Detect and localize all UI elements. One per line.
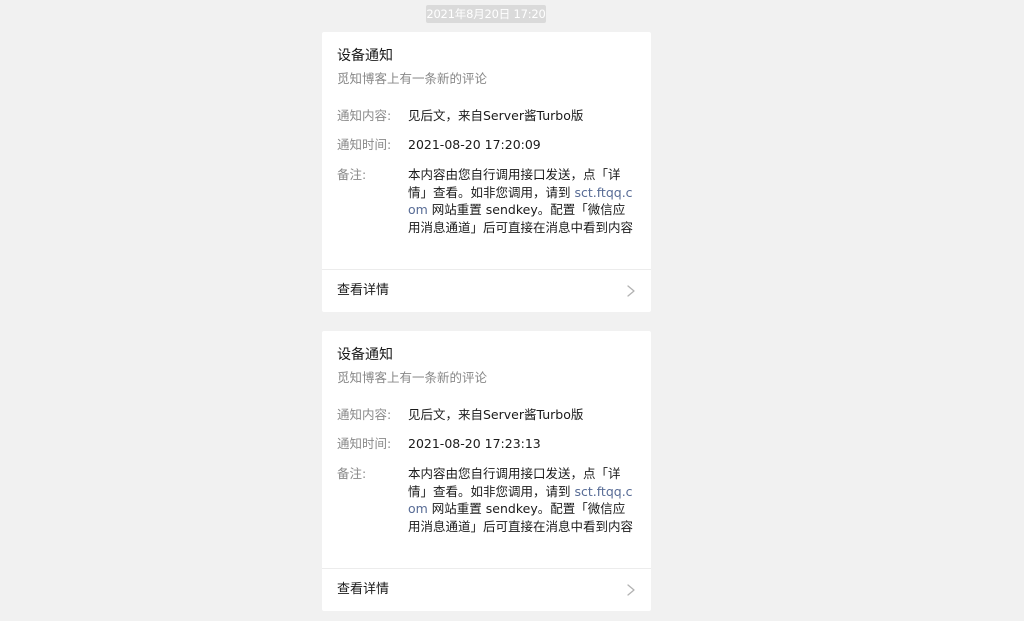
time-label: 通知时间:: [337, 137, 392, 152]
view-details-label: 查看详情: [337, 582, 390, 597]
notification-card[interactable]: 设备通知 觅知博客上有一条新的评论 通知内容: 见后文，来自Server酱Tur…: [322, 331, 651, 611]
view-details-label: 查看详情: [337, 283, 390, 298]
content-label: 通知内容:: [337, 407, 392, 422]
note-value: 本内容由您自行调用接口发送，点「详情」查看。如非您调用，请到 sct.ftqq.…: [408, 166, 636, 236]
content-value: 见后文，来自Server酱Turbo版: [408, 108, 584, 123]
note-label: 备注:: [337, 466, 367, 481]
note-label: 备注:: [337, 167, 367, 182]
note-text: 网站重置 sendkey。配置「微信应用消息通道」后可直接在消息中看到内容: [408, 202, 634, 235]
card-subtitle: 觅知博客上有一条新的评论: [337, 370, 488, 385]
time-label: 通知时间:: [337, 436, 392, 451]
card-title: 设备通知: [337, 48, 393, 64]
note-value: 本内容由您自行调用接口发送，点「详情」查看。如非您调用，请到 sct.ftqq.…: [408, 465, 636, 535]
message-timestamp: 2021年8月20日 17:20: [426, 5, 546, 23]
content-value: 见后文，来自Server酱Turbo版: [408, 407, 584, 422]
chevron-right-icon: [627, 285, 635, 297]
view-details-button[interactable]: 查看详情: [322, 270, 651, 312]
notification-card[interactable]: 设备通知 觅知博客上有一条新的评论 通知内容: 见后文，来自Server酱Tur…: [322, 32, 651, 312]
view-details-button[interactable]: 查看详情: [322, 569, 651, 611]
time-value: 2021-08-20 17:20:09: [408, 137, 541, 152]
card-title: 设备通知: [337, 347, 393, 363]
card-subtitle: 觅知博客上有一条新的评论: [337, 71, 488, 86]
chevron-right-icon: [627, 584, 635, 596]
content-label: 通知内容:: [337, 108, 392, 123]
note-text: 网站重置 sendkey。配置「微信应用消息通道」后可直接在消息中看到内容: [408, 501, 634, 534]
time-value: 2021-08-20 17:23:13: [408, 436, 541, 451]
